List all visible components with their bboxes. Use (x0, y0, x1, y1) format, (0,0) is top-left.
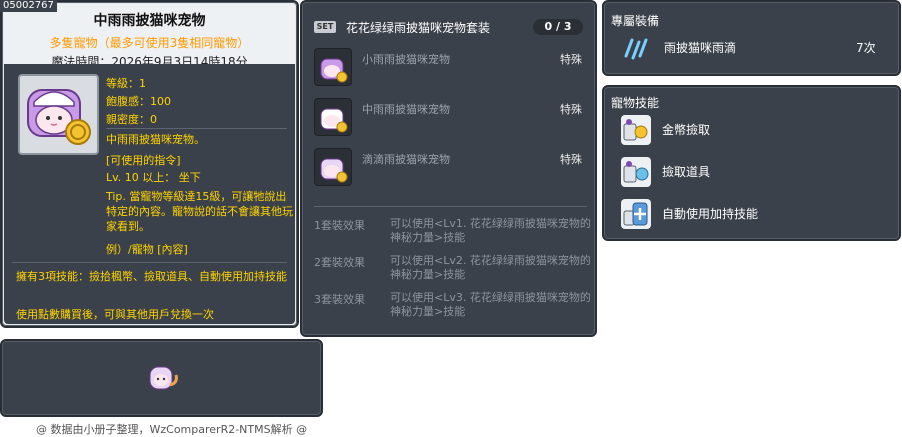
set-effect-label-3: 3套裝效果 (314, 293, 365, 306)
item-pickup-icon[interactable] (621, 157, 651, 187)
exchange-note: 使用點數購買後，可與其他用戶兌換一次 (16, 308, 214, 321)
pet-skills-label: 寵物技能 (611, 96, 660, 110)
small-rain-cat-icon (320, 58, 348, 83)
intimacy-stat: 親密度：0 (106, 113, 157, 126)
set-effect-text-1: 可以使用<Lv1. 花花绿绿雨披猫咪宠物的神秘力量>技能 (390, 217, 591, 244)
item-desc-example: 例）/寵物 [內容] (106, 243, 188, 256)
exclusive-equipment-panel: 專屬裝備 雨披猫咪雨滴 7次 (602, 0, 901, 76)
item-desc-cmd-line: Lv. 10 以上： 坐下 (106, 171, 201, 184)
pet-preview-sprite-icon (149, 366, 178, 390)
skills-divider (12, 262, 287, 263)
item-image-frame (18, 74, 99, 155)
item-subtitle: 多隻寵物（最多可使用3隻相同寵物） (49, 36, 250, 50)
auto-buff-icon[interactable] (621, 199, 651, 229)
drip-rain-cat-icon (320, 158, 348, 183)
set-effect-label-2: 2套裝效果 (314, 256, 365, 269)
coin-pickup-icon[interactable] (621, 115, 651, 145)
skill-item-pickup: 撿取道具 (662, 165, 711, 179)
set-effect-text-3: 可以使用<Lv3. 花花绿绿雨披猫咪宠物的神秘力量>技能 (390, 291, 591, 318)
item-tooltip-panel: 中雨雨披猫咪宠物 多隻寵物（最多可使用3隻相同寵物） 魔法時間：2026年9月3… (0, 0, 299, 328)
item-name: 中雨雨披猫咪宠物 (93, 13, 206, 29)
set-effect-text-2: 可以使用<Lv2. 花花绿绿雨披猫咪宠物的神秘力量>技能 (390, 254, 591, 281)
set-item-name-1: 小雨雨披猫咪宠物 (362, 53, 450, 66)
footer-credit: @ 数据由小册子整理，WzComparerR2-NTMS解析 @ (36, 423, 308, 436)
pet-preview-panel (0, 339, 323, 417)
item-body: 等級：1 飽腹感：100 親密度：0 中雨雨披猫咪宠物。 [可使用的指令] Lv… (4, 64, 295, 324)
set-item-name-2: 中雨雨披猫咪宠物 (362, 103, 450, 116)
set-effects-divider (314, 206, 587, 207)
skill-auto-buff: 自動使用加持技能 (662, 207, 759, 221)
set-panel: SET 花花绿绿雨披猫咪宠物套装 0 / 3 小雨雨披猫咪宠物 特殊 中雨雨披猫… (300, 0, 597, 337)
exclusive-count: 7次 (856, 41, 876, 55)
set-item-type-1: 特殊 (560, 53, 582, 66)
set-item-name-3: 滴滴雨披猫咪宠物 (362, 153, 450, 166)
raincoat-cat-pet-icon (27, 89, 91, 145)
medium-rain-cat-icon (320, 108, 348, 133)
exclusive-label: 專屬裝備 (611, 14, 660, 28)
item-desc-commands: [可使用的指令] (106, 154, 181, 167)
pet-skills-panel: 寵物技能 金幣撿取 撿取道具 自動使用加持技能 (602, 85, 901, 241)
item-header: 中雨雨披猫咪宠物 多隻寵物（最多可使用3隻相同寵物） 魔法時間：2026年9月3… (4, 4, 295, 69)
raindrop-equip-icon[interactable] (622, 34, 650, 62)
set-item-icon-small-rain[interactable] (314, 48, 352, 86)
set-item-type-3: 特殊 (560, 153, 582, 166)
set-count: 0 / 3 (533, 19, 583, 35)
skills-note: 擁有3項技能：撿拾楓幣、撿取道具、自動使用加持技能 (16, 270, 287, 283)
exclusive-name: 雨披猫咪雨滴 (664, 41, 737, 55)
set-badge: SET (314, 21, 336, 33)
item-desc-line1: 中雨雨披猫咪宠物。 (106, 133, 205, 146)
set-title: 花花绿绿雨披猫咪宠物套装 (346, 21, 491, 35)
item-id: 05002767 (0, 0, 57, 12)
set-item-icon-drip-rain[interactable] (314, 148, 352, 186)
set-effect-label-1: 1套裝效果 (314, 219, 365, 232)
item-desc-tip: Tip. 當寵物等級達15級，可讓牠說出特定的內容。寵物說的話不會讓其他玩家看到… (106, 190, 293, 233)
fullness-stat: 飽腹感：100 (106, 95, 171, 108)
skill-coin-pickup: 金幣撿取 (662, 123, 711, 137)
set-item-icon-medium-rain[interactable] (314, 98, 352, 136)
stat-divider (106, 128, 287, 129)
level-stat: 等級：1 (106, 77, 146, 90)
set-item-type-2: 特殊 (560, 103, 582, 116)
